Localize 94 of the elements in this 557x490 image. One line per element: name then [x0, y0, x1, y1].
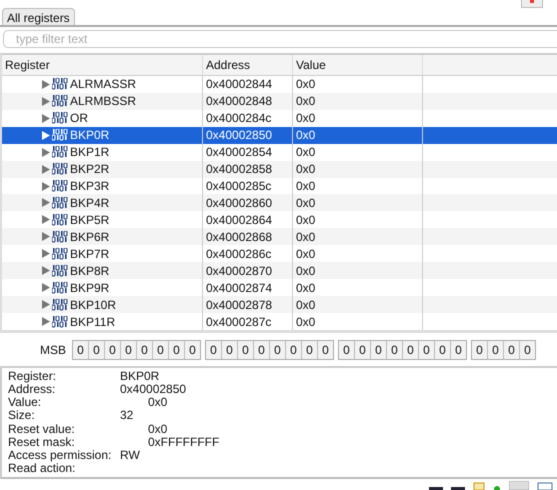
binary-icon: [52, 180, 68, 192]
bit-toggle[interactable]: 0: [339, 340, 355, 358]
bit-toggle[interactable]: 0: [302, 340, 318, 358]
detail-label: Size:: [8, 409, 36, 422]
binary-icon: [52, 95, 68, 108]
register-name: BKP0R: [70, 128, 110, 142]
bit-toggle[interactable]: 0: [387, 340, 403, 358]
detail-value: 0x0: [147, 396, 168, 410]
register-name: OR: [70, 111, 88, 126]
register-name: BKP4R: [70, 196, 110, 210]
bit-toggle[interactable]: 0: [105, 340, 121, 358]
table-row[interactable]: BKP4R 0x40002860 0x0: [2, 194, 557, 212]
detail-value: BKP0R: [120, 370, 160, 384]
table-row[interactable]: BKP2R 0x40002858 0x0: [2, 160, 557, 178]
binary-icon: [52, 196, 68, 209]
bit-toggle[interactable]: 0: [472, 340, 488, 358]
bit-toggle[interactable]: 0: [419, 340, 435, 358]
toolbar-button[interactable]: [521, 0, 543, 8]
bit-toggle[interactable]: 0: [318, 340, 333, 358]
column-header[interactable]: Value: [293, 55, 423, 75]
register-name: BKP6R: [70, 230, 110, 244]
filter-field[interactable]: type filter text: [3, 30, 557, 48]
bit-toggle[interactable]: 0: [435, 340, 451, 358]
detail-label: Value:: [8, 396, 42, 410]
detail-value: 32: [120, 409, 134, 422]
detail-label: Register:: [8, 370, 58, 384]
table-row[interactable]: BKP5R 0x40002864 0x0: [2, 211, 557, 228]
tab[interactable]: All registers: [2, 8, 75, 25]
register-name: BKP3R: [70, 179, 110, 194]
table-row[interactable]: BKP1R 0x40002854 0x0: [2, 144, 557, 161]
bit-toggle[interactable]: 0: [222, 340, 238, 358]
msb-label: MSB: [40, 342, 68, 356]
binary-icon: [52, 146, 68, 158]
register-name: ALRMASSR: [70, 77, 136, 92]
register-name: BKP10R: [70, 298, 116, 312]
column-header[interactable]: Register: [2, 55, 203, 75]
table-row[interactable]: BKP10R 0x40002878 0x0: [2, 296, 557, 314]
bit-toggle[interactable]: 0: [371, 340, 387, 358]
register-name: BKP2R: [70, 162, 110, 176]
detail-label: Address:: [8, 383, 56, 396]
bit-toggle[interactable]: 0: [504, 340, 520, 358]
bit-toggle[interactable]: 0: [169, 340, 185, 358]
register-name: BKP7R: [70, 246, 110, 261]
binary-icon: [52, 214, 68, 226]
bit-toggle[interactable]: 0: [451, 340, 466, 358]
toolbar-icon[interactable]: [451, 484, 465, 490]
binary-icon: [52, 282, 68, 294]
bit-toggle[interactable]: 0: [270, 340, 286, 358]
register-name: ALRMBSSR: [70, 94, 136, 108]
register-name: BKP9R: [70, 280, 110, 295]
table-row[interactable]: BKP8R 0x40002870 0x0: [2, 262, 557, 280]
binary-icon: [52, 248, 68, 260]
toolbar-icon[interactable]: [429, 484, 443, 490]
bit-toggle[interactable]: 0: [206, 340, 222, 358]
register-name: BKP1R: [70, 145, 110, 160]
bit-toggle[interactable]: 0: [403, 340, 419, 358]
binary-icon: [52, 316, 68, 328]
binary-icon: [52, 298, 68, 311]
bit-toggle[interactable]: 0: [137, 340, 153, 358]
bit-toggle[interactable]: 0: [488, 340, 504, 358]
column-header[interactable]: Address: [203, 55, 293, 75]
detail-value: 0xFFFFFFFF: [147, 436, 220, 449]
detail-label: Read action:: [8, 462, 76, 475]
detail-label: Access permission:: [8, 448, 112, 462]
binary-icon: [52, 78, 68, 90]
register-name: BKP5R: [70, 212, 110, 227]
bit-toggle[interactable]: 0: [153, 340, 169, 358]
detail-label: Reset value:: [8, 422, 76, 436]
detail-value: 0x0: [147, 422, 168, 436]
binary-icon: [52, 163, 68, 176]
bit-toggle[interactable]: 0: [286, 340, 302, 358]
binary-icon: [52, 129, 68, 142]
table-row[interactable]: BKP3R 0x4000285c 0x0: [2, 178, 557, 194]
register-name: BKP11R: [70, 314, 116, 329]
binary-icon: [52, 230, 68, 243]
detail-value: 0x40002850: [120, 383, 188, 396]
bit-toggle[interactable]: 0: [355, 340, 371, 358]
bit-toggle[interactable]: 0: [121, 340, 137, 358]
register-name: BKP8R: [70, 264, 110, 278]
bit-toggle[interactable]: 0: [73, 340, 89, 358]
detail-value: RW: [120, 448, 141, 462]
bit-toggle[interactable]: 0: [89, 340, 105, 358]
bit-toggle[interactable]: 0: [520, 340, 535, 358]
bit-toggle[interactable]: 0: [185, 340, 200, 358]
bit-toggle[interactable]: 0: [254, 340, 270, 358]
table-cell: 0x0: [293, 313, 423, 330]
table-cell: 0x4000287c: [203, 313, 293, 330]
binary-icon: [52, 112, 68, 124]
table-row[interactable]: ALRMBSSR 0x40002848 0x0: [2, 92, 557, 110]
table-row[interactable]: BKP6R 0x40002868 0x0: [2, 228, 557, 246]
table-row[interactable]: BKP0R 0x40002850 0x0: [2, 126, 557, 144]
detail-label: Reset mask:: [8, 436, 76, 449]
bit-toggle[interactable]: 0: [238, 340, 254, 358]
binary-icon: [52, 264, 68, 277]
